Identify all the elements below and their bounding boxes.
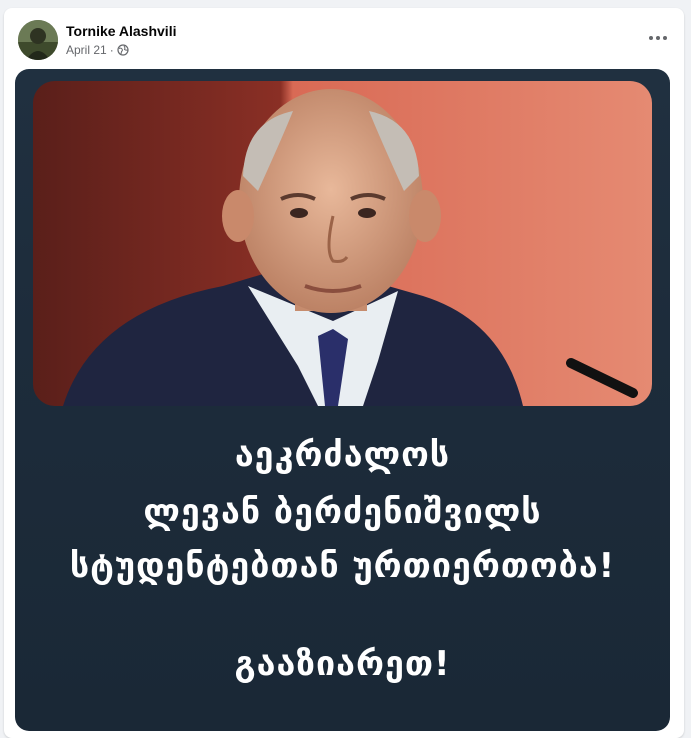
meta-separator: · (109, 43, 114, 57)
portrait-illustration (33, 81, 652, 406)
slogan-line-3: სტუდენტებთან ურთიერთობა! (69, 546, 616, 586)
slogan-line-1: აეკრძალოს (234, 435, 451, 475)
more-options-icon[interactable] (646, 28, 670, 48)
post-meta: April 21 · (66, 43, 129, 57)
globe-icon[interactable] (117, 44, 129, 56)
dot (656, 36, 660, 40)
post-date[interactable]: April 21 (66, 43, 107, 57)
dot (663, 36, 667, 40)
slogan-line-2: ლევან ბერძენიშვილს (143, 492, 542, 532)
portrait-photo (33, 81, 652, 406)
post-card: Tornike Alashvili April 21 · აეკრძალოს ლ… (4, 8, 684, 738)
dot (649, 36, 653, 40)
author-name[interactable]: Tornike Alashvili (66, 23, 176, 39)
post-image[interactable]: აეკრძალოს ლევან ბერძენიშვილს სტუდენტებთა… (15, 69, 670, 731)
author-avatar[interactable] (18, 20, 58, 60)
avatar-image (18, 20, 58, 60)
slogan-line-4: გააზიარეთ! (234, 644, 451, 684)
